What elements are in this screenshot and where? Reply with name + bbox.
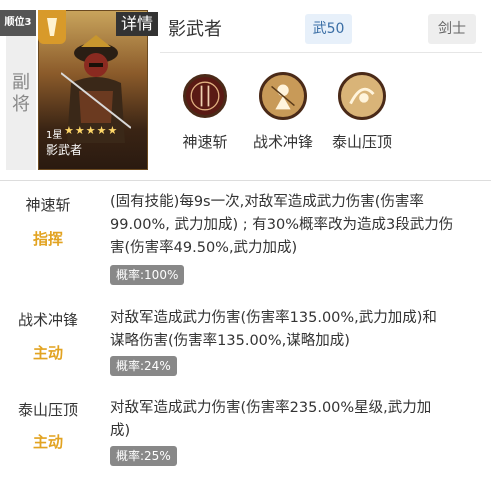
detail-type-2: 主动 — [32, 344, 63, 362]
detail-desc-1-line1: (固有技能)每9s一次,对敌军造成武力伤害(伤害率 — [110, 194, 424, 210]
detail-type-1: 指挥 — [32, 230, 63, 248]
detail-desc-2-line1: 对敌军造成武力伤害(伤害率135.00%,武力加成)和 — [110, 310, 437, 326]
details-button[interactable]: 详情 — [116, 12, 158, 36]
skill-name-1: 神速斩 — [182, 133, 228, 151]
star-rating: ★★★★★ — [64, 124, 119, 137]
detail-desc-3-line1: 对敌军造成武力伤害(伤害率235.00%星级,武力加 — [110, 400, 432, 416]
header-divider — [160, 52, 482, 53]
probability-badge: 概率:25% — [110, 446, 177, 466]
detail-desc-2-line2: 谋略伤害(伤害率135.00%,谋略加成) — [110, 333, 350, 349]
card-rank: 1星 — [46, 130, 63, 141]
stat-badge: 武50 — [305, 14, 352, 44]
detail-desc-3-line2: 成) — [110, 423, 131, 439]
detail-desc-1-line3: 害(伤害率49.50%,武力加成) — [110, 240, 298, 256]
card-name: 影武者 — [46, 143, 83, 157]
skill-name-2: 战术冲锋 — [252, 133, 313, 151]
faction-emblem-icon — [38, 10, 66, 44]
detail-desc-1-line2: 99.00%, 武力加成) ; 有30%概率改为造成3段武力伤 — [110, 217, 454, 233]
charge-icon[interactable] — [259, 72, 307, 120]
section-divider — [0, 180, 491, 181]
vice-general-label: 副将 — [12, 72, 30, 115]
detail-type-3: 主动 — [32, 433, 63, 451]
detail-name-1: 神速斩 — [25, 196, 71, 214]
general-name: 影武者 — [168, 19, 222, 40]
detail-name-2: 战术冲锋 — [17, 311, 78, 329]
strike-icon[interactable] — [338, 72, 386, 120]
skill-name-3: 泰山压顶 — [331, 133, 392, 151]
probability-badge: 概率:100% — [110, 265, 185, 285]
detail-name-3: 泰山压顶 — [17, 401, 78, 419]
class-badge: 剑士 — [428, 14, 476, 44]
probability-badge: 概率:24% — [110, 356, 177, 376]
rank-badge: 顺位3 — [0, 10, 36, 36]
blade-icon[interactable] — [183, 74, 227, 118]
